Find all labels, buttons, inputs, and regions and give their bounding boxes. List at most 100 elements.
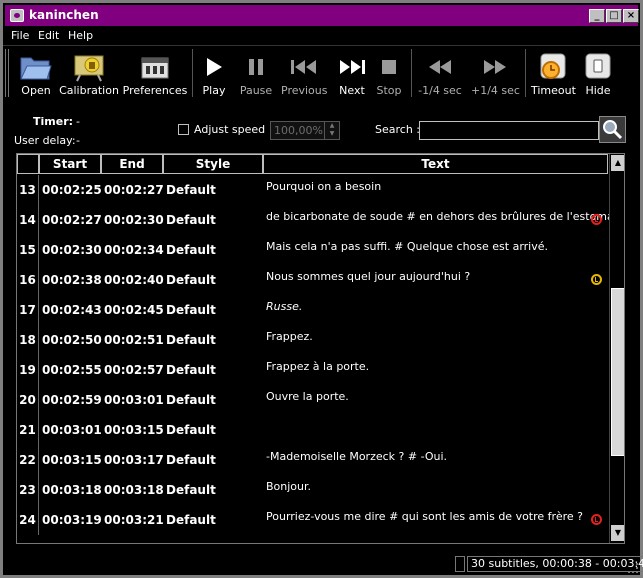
table-row[interactable]: 20 00:02:59 00:03:01 Default Ouvre la porte. — [17, 385, 609, 415]
row-style: Default — [166, 423, 216, 437]
toolbar-separator — [192, 49, 193, 97]
row-end: 00:03:01 — [104, 393, 164, 407]
calibration-button[interactable]: Calibration — [58, 50, 120, 100]
header-text[interactable]: Text — [263, 154, 608, 174]
next-button[interactable]: Next — [336, 50, 368, 100]
back-quarter-button[interactable]: -1/4 sec — [417, 50, 463, 100]
row-style: Default — [166, 513, 216, 527]
status-panel — [455, 556, 465, 572]
menu-edit[interactable]: Edit — [38, 29, 59, 42]
row-start: 00:02:27 — [42, 213, 102, 227]
row-style: Default — [166, 333, 216, 347]
title-bar: kaninchen _ □ × — [0, 0, 643, 27]
row-start: 00:02:55 — [42, 363, 102, 377]
row-start: 00:02:25 — [42, 183, 102, 197]
header-style[interactable]: Style — [163, 154, 263, 174]
status-bar: 30 subtitles, 00:00:38 - 00:03:42 — [0, 553, 643, 578]
pause-button[interactable]: Pause — [239, 50, 273, 100]
table-row[interactable]: 17 00:02:43 00:02:45 Default Russe. — [17, 295, 609, 325]
open-button[interactable]: Open — [17, 50, 55, 100]
user-delay-label: User delay: — [14, 134, 76, 147]
timeout-button[interactable]: Timeout — [531, 50, 576, 100]
row-text: Bonjour. — [266, 480, 312, 493]
menu-bar: File Edit Help — [0, 27, 643, 45]
row-number: 19 — [17, 355, 39, 385]
table-row[interactable]: 16 00:02:38 00:02:40 Default Nous sommes que… — [17, 265, 609, 295]
maximize-button[interactable]: □ — [606, 9, 622, 23]
row-start: 00:02:50 — [42, 333, 102, 347]
preferences-label: Preferences — [122, 84, 188, 97]
scroll-up-icon[interactable]: ▲ — [611, 155, 624, 171]
toolbar-separator — [411, 49, 412, 97]
row-text: Ouvre la porte. — [266, 390, 349, 403]
row-style: Default — [166, 213, 216, 227]
title-bar-fill: kaninchen _ □ × — [5, 5, 639, 26]
row-start: 00:03:15 — [42, 453, 102, 467]
row-end: 00:02:51 — [104, 333, 164, 347]
folder-icon — [20, 57, 52, 80]
info-row: Timer: - User delay: - Adjust speed 100,… — [3, 104, 640, 152]
timing-warning-icon — [591, 274, 602, 285]
adjust-speed-label: Adjust speed — [194, 123, 266, 136]
play-button[interactable]: Play — [199, 50, 229, 100]
preferences-button[interactable]: Preferences — [122, 50, 188, 100]
minimize-button[interactable]: _ — [589, 9, 605, 23]
resize-grip[interactable] — [628, 563, 638, 573]
table-row[interactable]: 23 00:03:18 00:03:18 Default Bonjour. — [17, 475, 609, 505]
menu-file[interactable]: File — [11, 29, 29, 42]
row-style: Default — [166, 303, 216, 317]
subtitle-grid: Start End Style Text 13 00:02:25 00:02:27 D… — [16, 153, 625, 544]
spin-up-icon[interactable]: ▲ — [325, 122, 339, 130]
search-icon — [603, 120, 623, 140]
row-number: 14 — [17, 205, 39, 235]
scroll-thumb[interactable] — [611, 288, 624, 456]
table-row[interactable]: 15 00:02:30 00:02:34 Default Mais cela n'a p… — [17, 235, 609, 265]
stop-button[interactable]: Stop — [374, 50, 404, 100]
spin-down-icon[interactable]: ▼ — [325, 130, 339, 138]
play-label: Play — [202, 84, 226, 97]
close-button[interactable]: × — [623, 9, 639, 23]
search-label: Search : — [375, 123, 420, 136]
row-number: 13 — [17, 175, 39, 205]
row-text: de bicarbonate de soude # en dehors des … — [266, 210, 624, 223]
vertical-scrollbar[interactable]: ▲ ▼ — [609, 154, 624, 543]
table-row[interactable]: 19 00:02:55 00:02:57 Default Frappez à la po… — [17, 355, 609, 385]
hide-button[interactable]: Hide — [581, 50, 615, 100]
scroll-down-icon[interactable]: ▼ — [611, 525, 624, 541]
row-style: Default — [166, 363, 216, 377]
search-input[interactable] — [419, 121, 599, 140]
speed-spinbox[interactable]: 100,00% ▲ ▼ — [270, 121, 340, 140]
timing-warning-icon — [591, 514, 602, 525]
grid-rows: 13 00:02:25 00:02:27 Default Pourquoi on a b… — [17, 175, 623, 535]
row-number: 22 — [17, 445, 39, 475]
speed-spinner[interactable]: ▲ ▼ — [324, 122, 339, 139]
header-end[interactable]: End — [101, 154, 163, 174]
status-summary: 30 subtitles, 00:00:38 - 00:03:42 — [467, 556, 643, 572]
row-start: 00:03:01 — [42, 423, 102, 437]
table-row[interactable]: 13 00:02:25 00:02:27 Default Pourquoi on a b… — [17, 175, 609, 205]
row-number: 17 — [17, 295, 39, 325]
table-row[interactable]: 22 00:03:15 00:03:17 Default -Mademoiselle M… — [17, 445, 609, 475]
next-label: Next — [339, 84, 365, 97]
app-icon — [10, 9, 24, 22]
search-button[interactable] — [599, 116, 626, 143]
table-row[interactable]: 14 00:02:27 00:02:30 Default de bicarbonate … — [17, 205, 623, 235]
header-start[interactable]: Start — [39, 154, 101, 174]
row-end: 00:03:21 — [104, 513, 164, 527]
row-start: 00:03:19 — [42, 513, 102, 527]
toolbar-separator — [525, 49, 526, 97]
row-text: Pourriez-vous me dire # qui sont les ami… — [266, 510, 583, 523]
row-text: -Mademoiselle Morzeck ? # -Oui. — [266, 450, 448, 463]
row-style: Default — [166, 453, 216, 467]
next-icon — [340, 60, 365, 74]
row-number: 20 — [17, 385, 39, 415]
table-row[interactable]: 24 00:03:19 00:03:21 Default Pourriez-vous m… — [17, 505, 609, 535]
menu-help[interactable]: Help — [68, 29, 93, 42]
table-row[interactable]: 21 00:03:01 00:03:15 Default — [17, 415, 609, 445]
table-row[interactable]: 18 00:02:50 00:02:51 Default Frappez. — [17, 325, 609, 355]
pause-label: Pause — [239, 84, 273, 97]
previous-button[interactable]: Previous — [281, 50, 328, 100]
forward-quarter-button[interactable]: +1/4 sec — [471, 50, 520, 100]
user-delay-value: - — [76, 134, 80, 147]
adjust-speed-checkbox[interactable] — [178, 124, 189, 135]
